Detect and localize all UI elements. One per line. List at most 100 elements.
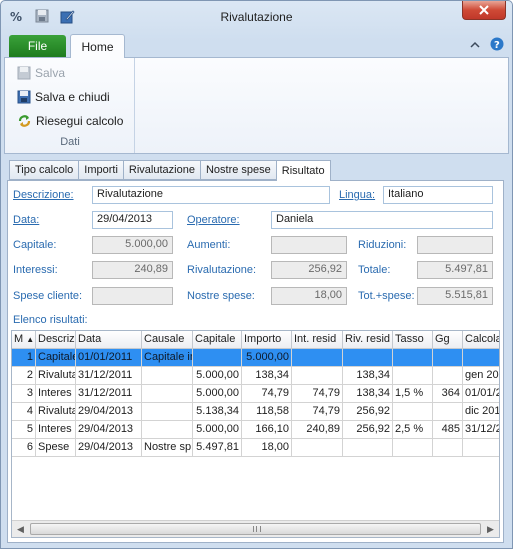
cell-capitale: 5.000,00 <box>193 385 242 403</box>
col-causale[interactable]: Causale <box>142 331 193 349</box>
collapse-ribbon-icon[interactable] <box>470 40 480 52</box>
scroll-right-icon[interactable]: ▶ <box>482 521 499 537</box>
grid-header: M ▲ Descrizi Data Causale Capitale Impor… <box>12 331 499 349</box>
cell-causale <box>142 385 193 403</box>
cell-data: 01/01/2011 <box>76 349 142 367</box>
cell-riv-residuo: 256,92 <box>343 403 393 421</box>
cell-importo: 118,58 <box>242 403 292 421</box>
interessi-field: 240,89 <box>92 261 173 279</box>
salva-e-chiudi-label: Salva e chiudi <box>35 90 110 104</box>
cell-causale: Nostre sp <box>142 439 193 457</box>
cell-gg: 364 <box>433 385 463 403</box>
sort-ascending-icon: ▲ <box>26 335 35 344</box>
col-int-residuo[interactable]: Int. resid <box>292 331 343 349</box>
tab-tipo-calcolo[interactable]: Tipo calcolo <box>9 160 79 180</box>
descrizione-field[interactable]: Rivalutazione <box>92 186 330 204</box>
ribbon-tab-strip: File Home ? <box>1 32 512 58</box>
horizontal-scrollbar[interactable]: ◀ ▶ <box>12 520 499 537</box>
ribbon-panel: Salva Salva e chiudi Riesegui calcolo Da… <box>4 57 509 154</box>
col-gg[interactable]: Gg <box>433 331 463 349</box>
tab-rivalutazione[interactable]: Rivalutazione <box>122 160 200 180</box>
tab-risultato[interactable]: Risultato <box>275 160 331 181</box>
scroll-left-icon[interactable]: ◀ <box>12 521 29 537</box>
rivalutazione-field: 256,92 <box>271 261 347 279</box>
riesegui-calcolo-button[interactable]: Riesegui calcolo <box>17 114 123 128</box>
results-grid[interactable]: M ▲ Descrizi Data Causale Capitale Impor… <box>11 330 500 538</box>
col-tasso[interactable]: Tasso <box>393 331 433 349</box>
scrollbar-thumb[interactable] <box>30 523 481 535</box>
table-row[interactable]: 5 Interes 29/04/2013 5.000,00 166,10 240… <box>12 421 499 439</box>
salva-button[interactable]: Salva <box>17 66 65 80</box>
cell-data: 29/04/2013 <box>76 439 142 457</box>
col-m[interactable]: M ▲ <box>12 331 36 349</box>
descrizione-label: Descrizione: <box>13 189 74 201</box>
cell-int-residuo <box>292 349 343 367</box>
close-icon <box>479 5 489 15</box>
cell-calcola: 31/12/2 <box>463 421 499 439</box>
ribbon-group-label: Dati <box>60 136 80 148</box>
cell-causale <box>142 421 193 439</box>
cell-calcola: gen 20 <box>463 367 499 385</box>
totale-field: 5.497,81 <box>417 261 493 279</box>
cell-causale: Capitale in <box>142 349 193 367</box>
tab-file[interactable]: File <box>9 35 66 57</box>
tot-spese-field: 5.515,81 <box>417 287 493 305</box>
col-data[interactable]: Data <box>76 331 142 349</box>
salva-e-chiudi-button[interactable]: Salva e chiudi <box>17 90 110 104</box>
app-window: % Rivalutazione File Home ? Salva Salva … <box>0 0 513 549</box>
col-descrizione[interactable]: Descrizi <box>36 331 76 349</box>
cell-gg: 485 <box>433 421 463 439</box>
cell-descrizione: Spese <box>36 439 76 457</box>
cell-tasso: 1,5 % <box>393 385 433 403</box>
lingua-field[interactable]: Italiano <box>383 186 493 204</box>
cell-m: 5 <box>12 421 36 439</box>
ribbon-group-dati: Salva Salva e chiudi Riesegui calcolo Da… <box>5 58 135 153</box>
cell-riv-residuo: 138,34 <box>343 385 393 403</box>
cell-tasso: 2,5 % <box>393 421 433 439</box>
cell-capitale <box>193 349 242 367</box>
interessi-label: Interessi: <box>13 264 58 276</box>
col-calcola[interactable]: Calcola <box>463 331 499 349</box>
tab-nostre-spese[interactable]: Nostre spese <box>199 160 276 180</box>
table-row[interactable]: 4 Rivaluta 29/04/2013 5.138,34 118,58 74… <box>12 403 499 421</box>
close-button[interactable] <box>462 1 506 20</box>
col-capitale[interactable]: Capitale <box>193 331 242 349</box>
cell-int-residuo: 74,79 <box>292 403 343 421</box>
data-field[interactable]: 29/04/2013 <box>92 211 173 229</box>
data-label: Data: <box>13 214 40 226</box>
rivalutazione-label: Rivalutazione: <box>187 264 257 276</box>
table-row[interactable]: 6 Spese 29/04/2013 Nostre sp 5.497,81 18… <box>12 439 499 457</box>
riesegui-calcolo-label: Riesegui calcolo <box>36 114 124 128</box>
aumenti-label: Aumenti: <box>187 239 231 251</box>
table-row[interactable]: 3 Interes 31/12/2011 5.000,00 74,79 74,7… <box>12 385 499 403</box>
cell-calcola <box>463 349 499 367</box>
cell-capitale: 5.138,34 <box>193 403 242 421</box>
cell-riv-residuo: 138,34 <box>343 367 393 385</box>
table-row[interactable]: 2 Rivaluta 31/12/2011 5.000,00 138,34 13… <box>12 367 499 385</box>
col-importo[interactable]: Importo <box>242 331 292 349</box>
table-row-selected[interactable]: 1 Capitale 01/01/2011 Capitale in 5.000,… <box>12 349 499 367</box>
cell-capitale: 5.000,00 <box>193 421 242 439</box>
riduzioni-label: Riduzioni: <box>358 239 407 251</box>
cell-m: 2 <box>12 367 36 385</box>
riduzioni-field <box>417 236 493 254</box>
cell-gg <box>433 439 463 457</box>
tab-home[interactable]: Home <box>70 34 125 58</box>
aumenti-field <box>271 236 347 254</box>
totale-label: Totale: <box>358 264 391 276</box>
help-icon[interactable]: ? <box>490 37 504 54</box>
cell-int-residuo: 74,79 <box>292 385 343 403</box>
cell-tasso <box>393 439 433 457</box>
col-riv-residuo[interactable]: Riv. resid <box>343 331 393 349</box>
capitale-field: 5.000,00 <box>92 236 173 254</box>
content-tabs: Tipo calcolo Importi Rivalutazione Nostr… <box>9 160 331 181</box>
spese-cliente-label: Spese cliente: <box>13 290 83 302</box>
cell-tasso <box>393 349 433 367</box>
cell-riv-residuo <box>343 439 393 457</box>
tab-importi[interactable]: Importi <box>78 160 123 180</box>
spese-cliente-field <box>92 287 173 305</box>
save-icon <box>17 66 31 80</box>
operatore-field[interactable]: Daniela <box>271 211 493 229</box>
svg-text:?: ? <box>494 40 500 51</box>
cell-gg <box>433 349 463 367</box>
